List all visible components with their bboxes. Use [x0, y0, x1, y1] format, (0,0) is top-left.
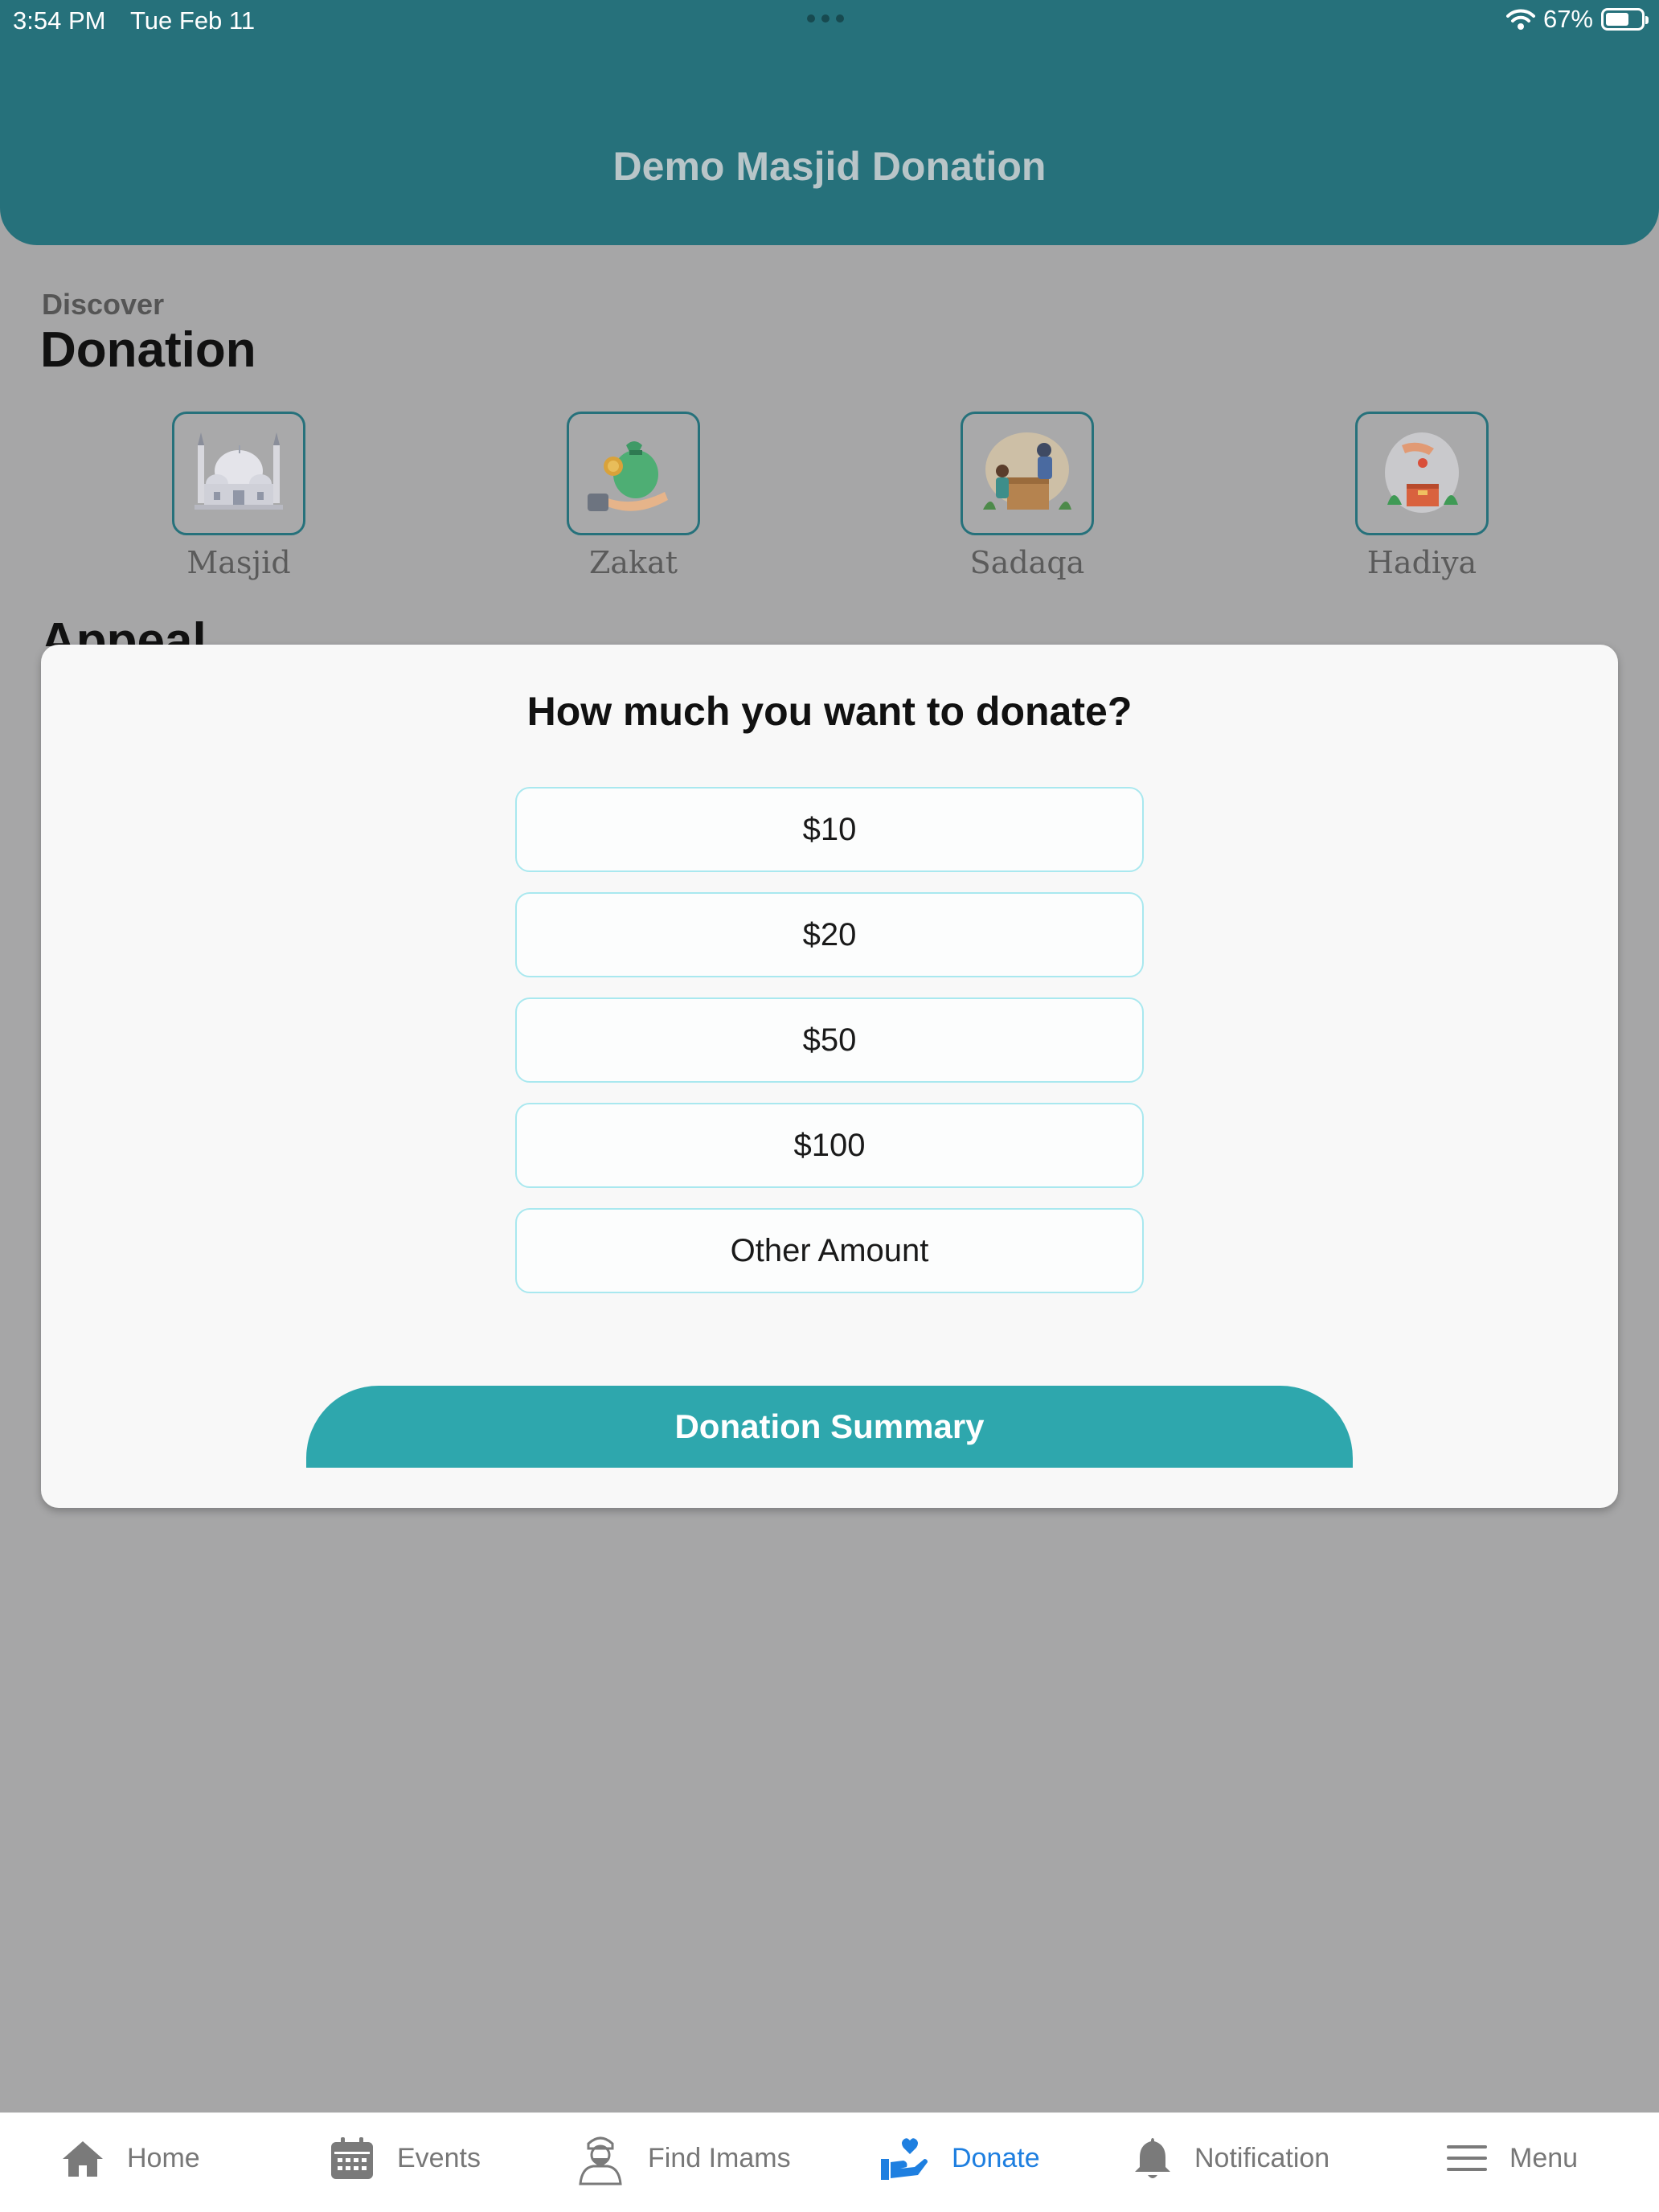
- appeal-section-title: Appeal: [40, 613, 207, 646]
- tab-label: Menu: [1509, 2142, 1579, 2173]
- amount-button-50[interactable]: $50: [515, 997, 1144, 1083]
- status-time: 3:54 PM: [13, 6, 106, 35]
- imam-icon: [576, 2131, 625, 2185]
- home-icon: [61, 2138, 104, 2178]
- tab-label: Find Imams: [648, 2142, 791, 2173]
- status-indicators: 67%: [1505, 5, 1649, 34]
- category-label: Hadiya: [1366, 545, 1477, 580]
- category-label: Zakat: [588, 545, 678, 580]
- category-zakat[interactable]: Zakat: [567, 412, 700, 580]
- amount-button-100[interactable]: $100: [515, 1103, 1144, 1188]
- bottom-tab-bar: Home Events Find Imams Donate Notificati…: [0, 2112, 1659, 2212]
- bell-icon: [1133, 2135, 1172, 2181]
- donation-summary-button[interactable]: Donation Summary: [306, 1386, 1353, 1468]
- tab-events[interactable]: Events: [330, 2134, 481, 2182]
- multitasking-dots-icon[interactable]: [807, 14, 844, 23]
- other-amount-button[interactable]: Other Amount: [515, 1208, 1144, 1293]
- tab-label: Home: [127, 2142, 200, 2173]
- donation-section-title: Donation: [40, 322, 256, 378]
- status-date: Tue Feb 11: [130, 6, 256, 35]
- money-bag-hand-icon: [567, 412, 700, 535]
- status-bar: 3:54 PM Tue Feb 11 67%: [0, 0, 1659, 42]
- charity-box-people-icon: [961, 412, 1094, 535]
- category-label: Sadaqa: [969, 545, 1085, 580]
- dialog-question: How much you want to donate?: [526, 689, 1133, 734]
- tab-home[interactable]: Home: [61, 2134, 200, 2182]
- category-sadaqa[interactable]: Sadaqa: [961, 412, 1094, 580]
- app-header: 3:54 PM Tue Feb 11 67% Demo Masjid Donat…: [0, 0, 1659, 245]
- tab-notification[interactable]: Notification: [1133, 2134, 1329, 2182]
- amount-button-10[interactable]: $10: [515, 787, 1144, 872]
- discover-label: Discover: [42, 288, 165, 321]
- battery-icon: [1601, 8, 1649, 31]
- amount-button-20[interactable]: $20: [515, 892, 1144, 977]
- category-label: Masjid: [186, 545, 291, 580]
- tab-label: Notification: [1194, 2142, 1330, 2173]
- battery-percent: 67%: [1542, 5, 1593, 33]
- category-masjid[interactable]: Masjid: [172, 412, 305, 580]
- donate-hand-heart-icon: [879, 2135, 929, 2181]
- mosque-icon: [172, 412, 305, 535]
- hamburger-menu-icon: [1447, 2144, 1487, 2173]
- gift-hands-box-icon: [1355, 412, 1489, 535]
- page-title: Demo Masjid Donation: [612, 144, 1047, 189]
- tab-label: Donate: [952, 2142, 1040, 2173]
- tab-donate[interactable]: Donate: [879, 2134, 1040, 2182]
- tab-find-imams[interactable]: Find Imams: [576, 2131, 791, 2185]
- calendar-icon: [330, 2136, 375, 2181]
- tab-label: Events: [397, 2142, 481, 2173]
- tab-menu[interactable]: Menu: [1447, 2134, 1578, 2182]
- donation-amount-dialog: How much you want to donate? $10 $20 $50…: [41, 645, 1618, 1508]
- wifi-icon: [1505, 8, 1535, 31]
- category-hadiya[interactable]: Hadiya: [1355, 412, 1489, 580]
